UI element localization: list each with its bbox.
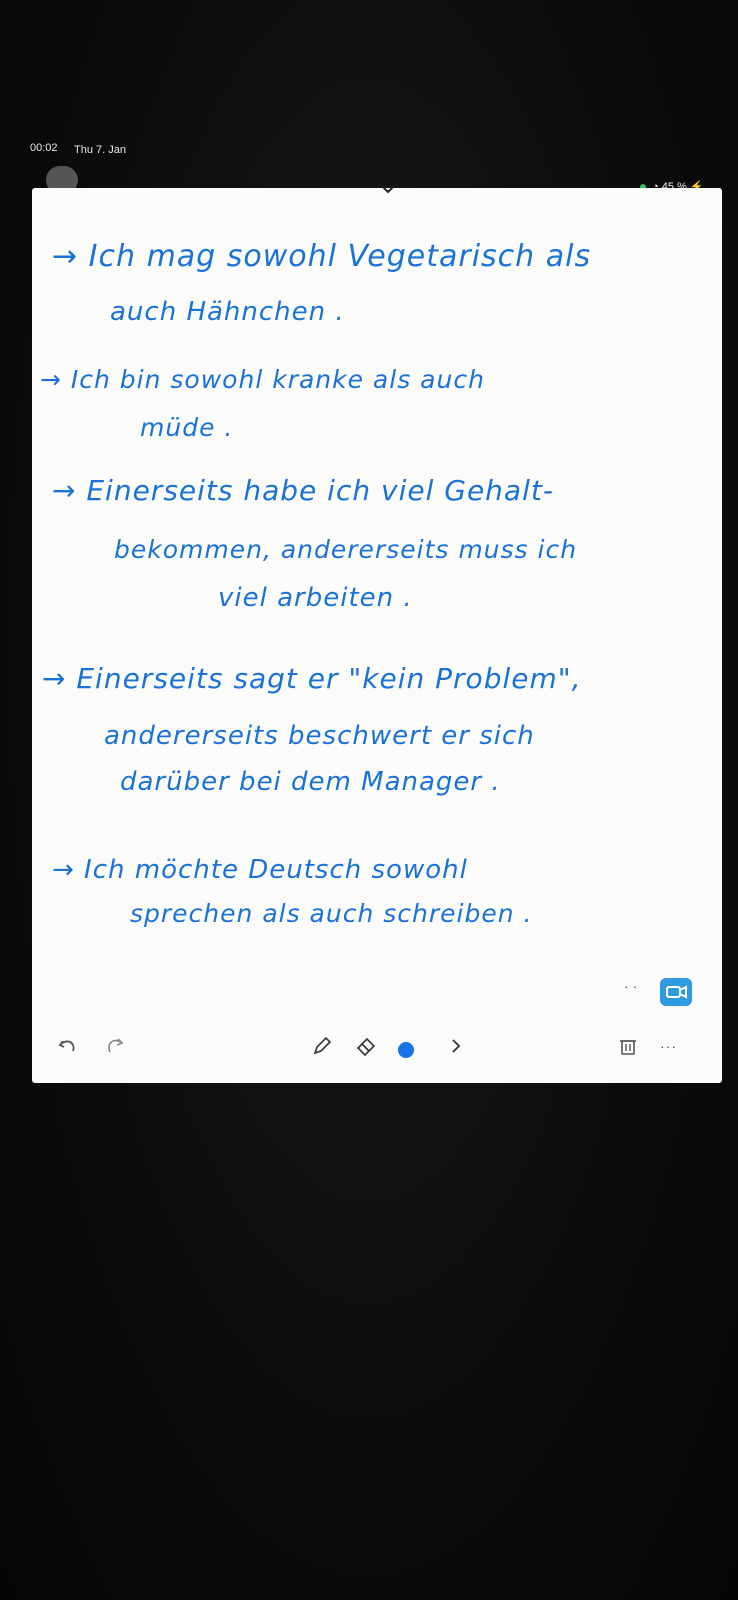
note-line: → Einerseits habe ich viel Gehalt- bbox=[52, 474, 554, 507]
record-icon[interactable] bbox=[660, 978, 692, 1006]
redo-icon[interactable] bbox=[102, 1034, 126, 1058]
eraser-icon[interactable] bbox=[354, 1034, 378, 1058]
pen-icon[interactable] bbox=[310, 1034, 334, 1058]
more-options-button[interactable]: ··· bbox=[660, 1038, 677, 1054]
next-icon[interactable] bbox=[444, 1034, 468, 1058]
status-date: Thu 7. Jan bbox=[74, 144, 126, 156]
note-line: darüber bei dem Manager . bbox=[120, 767, 501, 797]
note-line: → Ich bin sowohl kranke als auch bbox=[40, 365, 485, 394]
note-canvas[interactable]: → Ich mag sowohl Vegetarisch als auch Hä… bbox=[32, 186, 722, 1083]
note-line: andererseits beschwert er sich bbox=[104, 721, 535, 751]
handwritten-note: → Ich mag sowohl Vegetarisch als auch Hä… bbox=[40, 239, 591, 928]
note-line: bekommen, andererseits muss ich bbox=[114, 535, 577, 564]
status-time: 00:02 bbox=[30, 142, 58, 154]
pointer-trail-icon: · · bbox=[624, 978, 638, 994]
status-bar: 00:02 Thu 7. Jan bbox=[30, 142, 730, 162]
note-line: viel arbeiten . bbox=[218, 583, 413, 613]
trash-icon[interactable] bbox=[616, 1034, 640, 1058]
note-line: auch Hähnchen . bbox=[110, 297, 345, 327]
drawing-toolbar: ··· bbox=[32, 1028, 722, 1068]
note-line: sprechen als auch schreiben . bbox=[130, 899, 532, 928]
note-line: → Ich mag sowohl Vegetarisch als bbox=[52, 239, 591, 274]
note-line: müde . bbox=[140, 413, 233, 442]
undo-icon[interactable] bbox=[56, 1034, 80, 1058]
note-line: → Ich möchte Deutsch sowohl bbox=[52, 855, 468, 885]
camera-record-icon bbox=[666, 985, 687, 999]
note-line: → Einerseits sagt er "kein Problem", bbox=[42, 662, 582, 695]
pen-color-swatch[interactable] bbox=[398, 1042, 414, 1058]
